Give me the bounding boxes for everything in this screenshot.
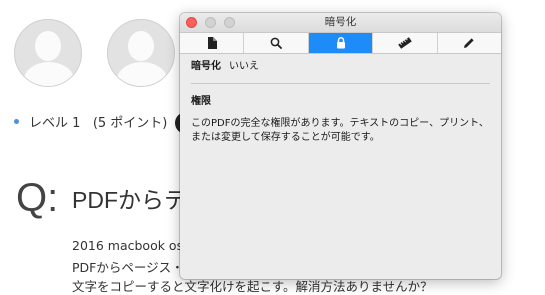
window-titlebar[interactable]: 暗号化	[180, 13, 501, 32]
level-text: レベル 1	[29, 116, 81, 131]
permissions-heading: 権限	[191, 96, 211, 107]
tab-annotations[interactable]	[436, 33, 501, 53]
permissions-text: このPDFの完全な権限があります。テキストのコピー、プリント、または変更して保存…	[191, 118, 489, 143]
avatar	[107, 19, 175, 87]
minimize-button[interactable]	[205, 17, 216, 28]
avatar-head-shape	[35, 31, 61, 61]
avatar-body-shape	[24, 62, 74, 86]
bullet-dot	[14, 119, 19, 124]
question-body-line: PDFからページス・テ	[72, 260, 197, 275]
pencil-icon	[464, 38, 474, 48]
points-text: (5 ポイント)	[92, 116, 168, 131]
close-button[interactable]	[186, 17, 197, 28]
inspector-window: 暗号化 暗号化 いいえ 権限 このPDFの完全な権限があります。テキストのコピー…	[180, 13, 501, 279]
encryption-label: 暗号化	[191, 61, 221, 72]
tab-encryption[interactable]	[307, 33, 373, 53]
avatar-body-shape	[117, 62, 167, 86]
zoom-button[interactable]	[224, 17, 235, 28]
encryption-value: いいえ	[229, 61, 259, 72]
avatar	[14, 19, 82, 87]
tab-general[interactable]	[180, 33, 243, 53]
inspector-tabs	[180, 32, 501, 54]
encryption-row: 暗号化 いいえ	[191, 59, 490, 75]
document-icon	[207, 37, 217, 49]
question-body-line: 2016 macbook os	[72, 238, 184, 253]
question-marker: Q:	[16, 176, 59, 220]
tab-search[interactable]	[243, 33, 307, 53]
tab-crop[interactable]	[372, 33, 436, 53]
divider	[191, 83, 490, 84]
lock-icon	[336, 37, 345, 49]
search-icon	[270, 37, 283, 49]
user-level: レベル 1 (5 ポイント)	[14, 112, 167, 131]
window-title: 暗号化	[324, 16, 357, 28]
inspector-content: 暗号化 いいえ 権限 このPDFの完全な権限があります。テキストのコピー、プリント…	[180, 54, 501, 145]
avatar-head-shape	[128, 31, 154, 61]
ruler-icon	[398, 37, 412, 49]
